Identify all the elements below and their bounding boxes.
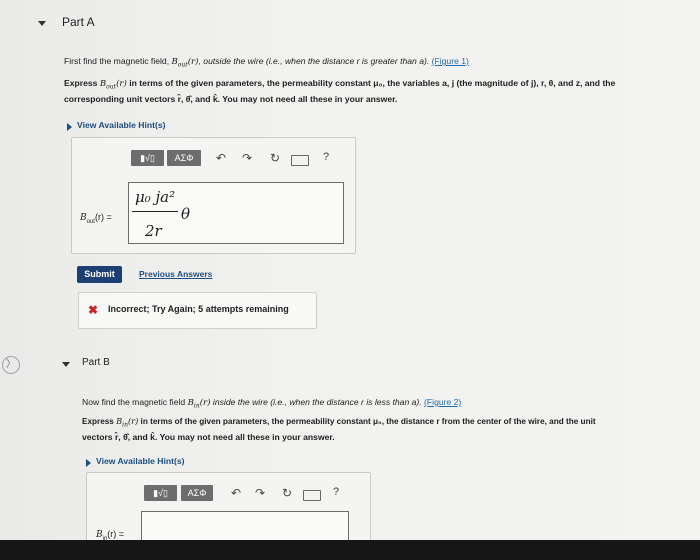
collapse-part-a-icon[interactable] bbox=[38, 21, 46, 26]
undo-icon-b[interactable]: ↶ bbox=[231, 486, 241, 500]
greek-symbols-button-b[interactable]: ΑΣΦ bbox=[181, 485, 213, 501]
greek-symbols-button[interactable]: ΑΣΦ bbox=[167, 150, 201, 166]
part-b-intro: Now find the magnetic field Bin(r) insid… bbox=[82, 397, 462, 410]
collapse-part-b-icon[interactable] bbox=[62, 362, 70, 367]
reset-icon[interactable]: ↻ bbox=[270, 151, 280, 165]
redo-icon-b[interactable]: ↷ bbox=[255, 486, 265, 500]
redo-icon[interactable]: ↷ bbox=[242, 151, 252, 165]
hint-caret-icon-b bbox=[86, 459, 91, 467]
part-a-hint-toggle[interactable]: View Available Hint(s) bbox=[77, 120, 166, 130]
b-out-symbol: Bout(r) bbox=[171, 57, 199, 69]
part-b-answer-input[interactable] bbox=[141, 511, 349, 541]
previous-answers-link[interactable]: Previous Answers bbox=[139, 269, 212, 279]
part-b-hint-toggle[interactable]: View Available Hint(s) bbox=[96, 456, 185, 466]
templates-button-b[interactable]: ▮√▯ bbox=[144, 485, 177, 501]
part-a-express-line-2: corresponding unit vectors r̂, θ̂, and k… bbox=[64, 94, 398, 104]
page: Part A First find the magnetic field, Bo… bbox=[0, 0, 700, 543]
answer-numerator: μ₀ ja² bbox=[135, 188, 176, 206]
part-b-title: Part B bbox=[82, 357, 110, 368]
hint-caret-icon bbox=[67, 123, 72, 131]
fraction-bar bbox=[132, 211, 178, 212]
part-a-express-line: Express Bout(r) in terms of the given pa… bbox=[64, 78, 616, 91]
answer-denominator: 2r bbox=[145, 222, 162, 240]
figure-1-link[interactable]: (Figure 1) bbox=[432, 56, 469, 66]
bottom-bar bbox=[0, 540, 700, 560]
reset-icon-b[interactable]: ↻ bbox=[282, 486, 292, 500]
figure-2-link[interactable]: (Figure 2) bbox=[424, 397, 461, 407]
undo-icon[interactable]: ↶ bbox=[216, 151, 226, 165]
part-a-intro: First find the magnetic field, Bout(r), … bbox=[64, 56, 469, 69]
help-icon-b[interactable]: ? bbox=[333, 486, 339, 498]
side-nav-icon[interactable]: 〉 bbox=[2, 356, 20, 374]
keyboard-icon-b[interactable] bbox=[303, 490, 321, 501]
part-a-title: Part A bbox=[62, 15, 95, 29]
submit-button[interactable]: Submit bbox=[77, 266, 122, 283]
part-b-express-line-2: vectors r̂, θ̂, and k̂. You may not need… bbox=[82, 432, 335, 442]
templates-button[interactable]: ▮√▯ bbox=[131, 150, 164, 166]
b-out-label: Bout(r) = bbox=[80, 212, 112, 225]
help-icon[interactable]: ? bbox=[323, 151, 329, 163]
feedback-message: Incorrect; Try Again; 5 attempts remaini… bbox=[108, 304, 289, 314]
incorrect-icon: ✖ bbox=[88, 303, 99, 317]
keyboard-icon[interactable] bbox=[291, 155, 309, 166]
part-b-express-line: Express Bin(r) in terms of the given par… bbox=[82, 416, 596, 429]
answer-variable: θ bbox=[181, 205, 191, 223]
